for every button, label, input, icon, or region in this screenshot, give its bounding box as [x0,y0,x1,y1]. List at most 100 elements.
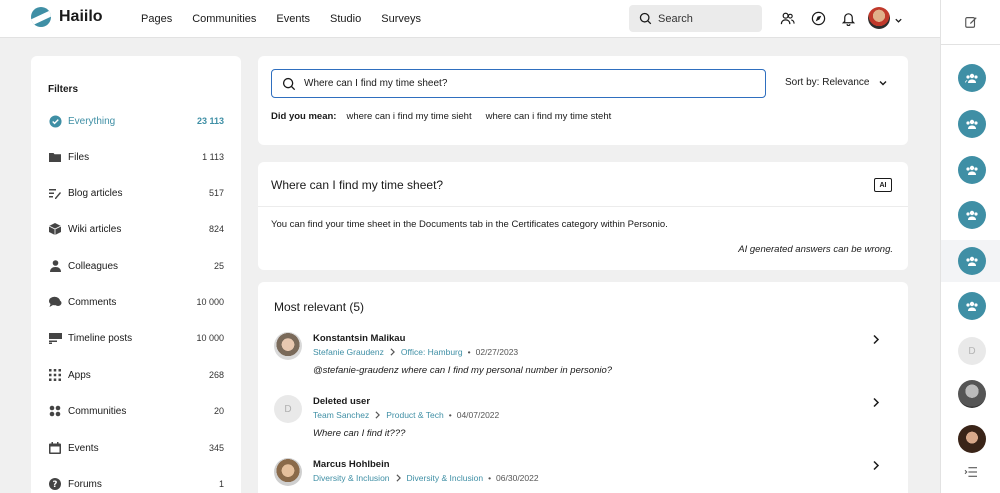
result-meta: Stefanie Graudenz Office: Hamburg • 02/2… [313,347,518,357]
filter-forums[interactable]: ? Forums 1 [48,475,224,493]
result-date: 04/07/2022 [456,410,500,420]
result-author[interactable]: Konstantsin Malikau [313,333,405,344]
global-search-button[interactable]: Search [629,5,762,32]
compose-edit-icon[interactable] [964,15,978,34]
filter-events[interactable]: Events 345 [48,439,224,457]
filter-everything[interactable]: Everything 23 113 [48,112,224,130]
result-snippet: @stefanie-graudenz where can I find my p… [313,365,613,376]
filter-label: Blog articles [68,187,123,199]
filters-panel: Filters Everything 23 113 Files 1 113 Bl… [31,56,241,493]
nav-pages[interactable]: Pages [141,13,172,25]
avatar[interactable] [274,458,302,486]
rail-team-avatar[interactable] [958,64,986,92]
filter-colleagues[interactable]: Colleagues 25 [48,257,224,275]
result-item[interactable]: Marcus Hohlbein Diversity & Inclusion Di… [274,458,894,493]
filter-files[interactable]: Files 1 113 [48,148,224,166]
wiki-icon [48,222,62,236]
rail-team-avatar[interactable] [958,156,986,184]
filter-communities[interactable]: Communities 20 [48,402,224,420]
apps-grid-icon [48,368,62,382]
result-from-link[interactable]: Diversity & Inclusion [313,473,390,483]
timeline-icon [48,331,62,345]
rail-user-avatar[interactable] [958,380,986,408]
result-author[interactable]: Deleted user [313,396,370,407]
filter-wiki-articles[interactable]: Wiki articles 824 [48,220,224,238]
chevron-right-icon[interactable] [872,334,880,345]
question-icon: ? [48,477,62,491]
sort-dropdown[interactable]: Sort by: Relevance [785,77,888,88]
calendar-icon [48,441,62,455]
filters-title: Filters [48,84,79,95]
result-to-link[interactable]: Office: Hamburg [401,347,463,357]
nav-events[interactable]: Events [276,13,310,25]
result-author[interactable]: Marcus Hohlbein [313,459,390,470]
search-icon [282,77,296,90]
rail-user-avatar[interactable]: D [958,337,986,365]
result-to-link[interactable]: Diversity & Inclusion [407,473,484,483]
avatar[interactable]: D [274,395,302,423]
result-item[interactable]: Konstantsin Malikau Stefanie Graudenz Of… [274,332,894,388]
chevron-down-icon[interactable] [894,12,903,30]
filter-blog-articles[interactable]: Blog articles 517 [48,184,224,202]
rail-team-avatar[interactable] [958,247,986,275]
nav-surveys[interactable]: Surveys [381,13,421,25]
filter-comments[interactable]: Comments 10 000 [48,293,224,311]
results-title: Most relevant (5) [274,300,365,314]
search-icon [639,12,652,25]
chevron-right-icon[interactable] [872,397,880,408]
ai-question: Where can I find my time sheet? [271,178,444,192]
rail-team-avatar[interactable] [958,292,986,320]
colleagues-icon[interactable] [779,10,795,26]
folder-icon [48,150,62,164]
launchpad-icon[interactable] [810,10,826,26]
svg-text:?: ? [53,480,58,490]
filter-count: 1 113 [202,152,224,162]
rail-team-avatar[interactable] [958,201,986,229]
filter-label: Timeline posts [68,332,133,344]
result-from-link[interactable]: Team Sanchez [313,410,369,420]
result-item[interactable]: D Deleted user Team Sanchez Product & Te… [274,395,894,451]
haiilo-logo[interactable]: Haiilo [31,7,103,27]
filter-timeline-posts[interactable]: Timeline posts 10 000 [48,329,224,347]
result-date: 06/30/2022 [496,473,539,483]
search-input[interactable] [304,78,744,89]
ai-answer-text: You can find your time sheet in the Docu… [271,219,668,230]
filter-label: Everything [68,115,116,127]
filter-label: Wiki articles [68,223,122,235]
group-icon [965,73,978,83]
filter-label: Files [68,151,90,163]
collapse-list-icon[interactable] [964,465,978,483]
filter-count: 824 [208,224,224,234]
communities-icon [48,404,62,418]
filter-label: Events [68,442,99,454]
haiilo-logo-mark-icon [31,7,51,27]
filter-count: 20 [213,406,224,416]
rail-user-avatar[interactable] [958,425,986,453]
filter-apps[interactable]: Apps 268 [48,366,224,384]
did-you-mean-label: Did you mean: [271,111,337,122]
avatar[interactable] [274,332,302,360]
rail-team-avatar[interactable] [958,110,986,138]
result-from-link[interactable]: Stefanie Graudenz [313,347,384,357]
nav-studio[interactable]: Studio [330,13,361,25]
chevron-right-icon [396,474,401,482]
notifications-bell-icon[interactable] [840,10,856,26]
chevron-right-icon[interactable] [872,460,880,471]
search-field[interactable] [271,69,766,98]
result-to-link[interactable]: Product & Tech [386,410,444,420]
main-nav: Pages Communities Events Studio Surveys [141,0,441,38]
sort-label: Sort by: Relevance [785,77,870,88]
user-avatar[interactable] [868,7,890,29]
result-snippet: Where can I find it??? [313,428,406,439]
filter-label: Comments [68,296,117,308]
blog-icon [48,186,62,200]
filter-label: Communities [68,405,127,417]
chevron-right-icon [375,411,381,419]
result-meta: Diversity & Inclusion Diversity & Inclus… [313,473,539,483]
nav-communities[interactable]: Communities [192,13,256,25]
suggestion-link[interactable]: where can i find my time steht [486,111,612,122]
suggestion-link[interactable]: where can i find my time sieht [346,111,471,122]
group-icon [966,119,978,129]
check-circle-icon [48,114,62,128]
filter-count: 268 [208,370,224,380]
